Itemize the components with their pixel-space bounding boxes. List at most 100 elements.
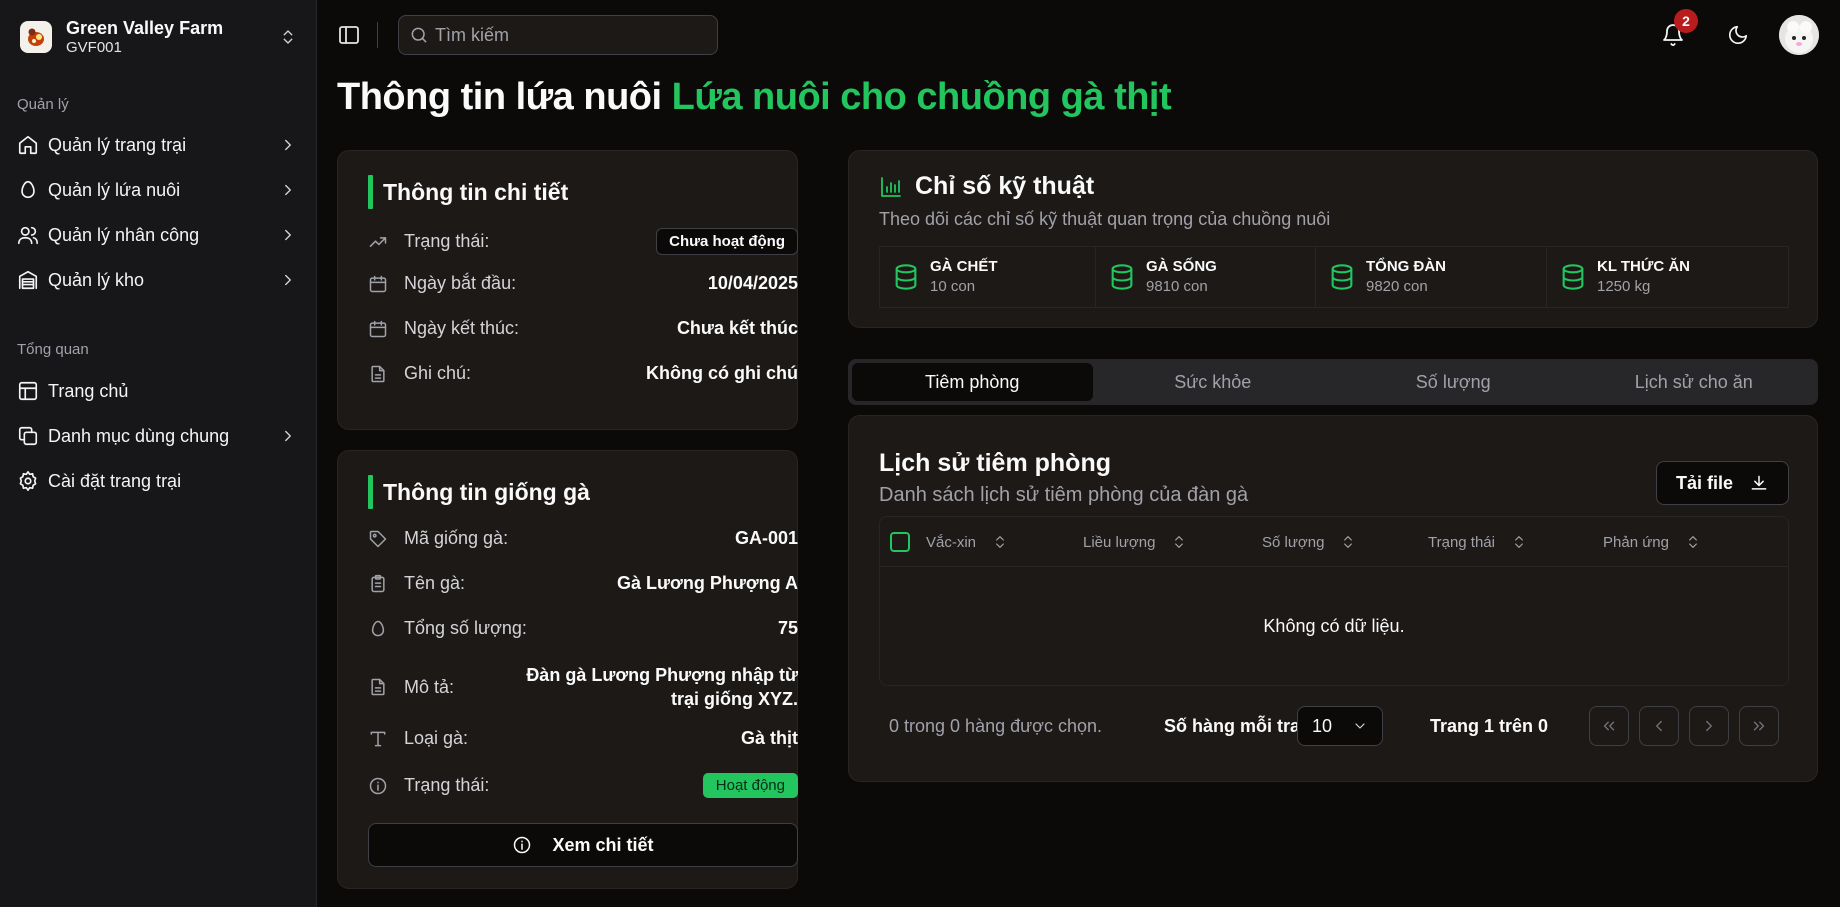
chevron-right-icon — [279, 136, 297, 154]
last-page-button[interactable] — [1739, 706, 1779, 746]
detail-note-value: Không có ghi chú — [646, 363, 798, 383]
group-label-overview: Tổng quan — [17, 341, 89, 358]
download-file-button[interactable]: Tải file — [1656, 461, 1789, 505]
detail-end-row: Ngày kết thúc: Chưa kết thúc — [368, 318, 798, 339]
chevron-right-icon — [279, 427, 297, 445]
pagination: 0 trong 0 hàng được chọn. Số hàng mỗi tr… — [879, 706, 1789, 746]
moon-icon[interactable] — [1727, 24, 1749, 46]
gear-icon — [17, 470, 39, 492]
column-header-label: Phản ứng — [1603, 533, 1669, 551]
tab-quantity[interactable]: Số lượng — [1333, 363, 1574, 401]
sidebar-item-label: Trang chủ — [48, 380, 129, 401]
breed-type-label: Loại gà: — [404, 728, 469, 748]
sidebar: Green Valley Farm GVF001 Quản lý Quản lý… — [0, 0, 317, 907]
tab-vaccination[interactable]: Tiêm phòng — [852, 363, 1093, 401]
column-header-label: Trạng thái — [1428, 533, 1495, 551]
farm-switcher[interactable]: Green Valley Farm GVF001 — [20, 16, 297, 58]
breed-code-label: Mã giống gà: — [404, 528, 509, 548]
breed-status-label: Trạng thái: — [404, 775, 490, 795]
page-title: Thông tin lứa nuôi Lứa nuôi cho chuồng g… — [337, 76, 1172, 119]
stat-label: GÀ CHẾT — [930, 258, 998, 275]
calendar-icon — [368, 274, 388, 294]
column-header-vaccine[interactable]: Vắc-xin — [926, 517, 1008, 567]
avatar[interactable] — [1779, 15, 1819, 55]
calendar-icon — [368, 319, 388, 339]
tech-card: Chỉ số kỹ thuật Theo dõi các chỉ số kỹ t… — [848, 150, 1818, 328]
egg-icon — [368, 619, 388, 639]
page-title-main: Thông tin lứa nuôi — [337, 76, 662, 118]
column-header-status[interactable]: Trạng thái — [1428, 517, 1527, 567]
database-icon — [1559, 263, 1587, 291]
download-icon — [1749, 473, 1769, 493]
stat-label: GÀ SỐNG — [1146, 258, 1217, 275]
sidebar-item-batch-management[interactable]: Quản lý lứa nuôi — [17, 172, 297, 208]
tab-list: Tiêm phòng Sức khỏe Số lượng Lịch sử cho… — [848, 359, 1818, 405]
stat-value: 10 con — [930, 278, 976, 295]
database-icon — [892, 263, 920, 291]
farm-logo — [20, 21, 52, 53]
tab-feeding-history[interactable]: Lịch sử cho ăn — [1574, 363, 1815, 401]
chevrons-right-icon — [1750, 717, 1768, 735]
detail-card: Thông tin chi tiết Trạng thái: Chưa hoạt… — [337, 150, 798, 430]
selection-count: 0 trong 0 hàng được chọn. — [889, 715, 1102, 736]
previous-page-button[interactable] — [1639, 706, 1679, 746]
search-box[interactable] — [398, 15, 718, 55]
column-header-quantity[interactable]: Số lượng — [1262, 517, 1356, 567]
detail-end-value: Chưa kết thúc — [676, 318, 798, 338]
copy-icon — [17, 425, 39, 447]
stat-label: KL THỨC ĂN — [1597, 258, 1690, 275]
sidebar-item-staff-management[interactable]: Quản lý nhân công — [17, 217, 297, 253]
sidebar-item-shared-catalog[interactable]: Danh mục dùng chung — [17, 418, 297, 454]
breed-name-label: Tên gà: — [404, 573, 466, 593]
group-label-management: Quản lý — [17, 96, 69, 113]
sidebar-item-farm-settings[interactable]: Cài đặt trang trại — [17, 463, 297, 499]
first-page-button[interactable] — [1589, 706, 1629, 746]
stat-label: TỔNG ĐÀN — [1366, 258, 1446, 275]
egg-icon — [17, 179, 39, 201]
page-title-accent: Lứa nuôi cho chuồng gà thịt — [671, 76, 1172, 118]
breed-card-title: Thông tin giống gà — [368, 475, 590, 509]
search-input[interactable] — [435, 24, 705, 46]
stats-grid: GÀ CHẾT 10 con GÀ SỐNG 9810 con TỔNG ĐÀN 98… — [879, 246, 1789, 308]
tab-health[interactable]: Sức khỏe — [1093, 363, 1334, 401]
detail-card-title-text: Thông tin chi tiết — [383, 178, 569, 205]
sidebar-toggle-icon[interactable] — [337, 23, 361, 47]
view-detail-button[interactable]: Xem chi tiết — [368, 823, 798, 867]
sidebar-item-warehouse-management[interactable]: Quản lý kho — [17, 262, 297, 298]
stat-value: 1250 kg — [1597, 278, 1651, 295]
sidebar-item-label: Quản lý trang trại — [48, 134, 187, 155]
detail-status-row: Trạng thái: Chưa hoạt động — [368, 228, 798, 255]
sort-icon — [992, 534, 1008, 550]
detail-end-label: Ngày kết thúc: — [404, 318, 520, 338]
database-icon — [1328, 263, 1356, 291]
breed-code-row: Mã giống gà: GA-001 — [368, 528, 798, 549]
breed-type-value: Gà thịt — [741, 728, 798, 748]
column-header-label: Vắc-xin — [926, 533, 977, 551]
header-divider — [377, 22, 378, 48]
select-all-checkbox[interactable] — [890, 532, 910, 552]
info-icon — [368, 776, 388, 796]
file-text-icon — [368, 364, 388, 384]
rows-per-page-select[interactable]: 10 — [1297, 706, 1383, 746]
sidebar-item-home[interactable]: Trang chủ — [17, 373, 297, 409]
chevron-left-icon — [1650, 717, 1668, 735]
vaccination-subtitle: Danh sách lịch sử tiêm phòng của đàn gà — [879, 484, 1249, 506]
stat-alive: GÀ SỐNG 9810 con — [1096, 247, 1316, 307]
detail-note-label: Ghi chú: — [404, 363, 472, 383]
detail-start-value: 10/04/2025 — [707, 273, 798, 293]
rows-per-page-value: 10 — [1312, 715, 1333, 736]
stat-dead: GÀ CHẾT 10 con — [880, 247, 1096, 307]
sidebar-item-farm-management[interactable]: Quản lý trang trại — [17, 127, 297, 163]
farm-code: GVF001 — [66, 39, 122, 56]
tech-card-title: Chỉ số kỹ thuật — [879, 172, 1094, 201]
next-page-button[interactable] — [1689, 706, 1729, 746]
tech-card-subtitle: Theo dõi các chỉ số kỹ thuật quan trọng … — [879, 209, 1331, 229]
chevrons-up-down-icon — [279, 28, 297, 46]
warehouse-icon — [17, 269, 39, 291]
column-header-dosage[interactable]: Liều lượng — [1083, 517, 1187, 567]
sort-icon — [1171, 534, 1187, 550]
column-header-reaction[interactable]: Phản ứng — [1603, 517, 1701, 567]
breed-card-title-text: Thông tin giống gà — [383, 478, 590, 505]
chevrons-left-icon — [1600, 717, 1618, 735]
search-icon — [409, 25, 429, 45]
